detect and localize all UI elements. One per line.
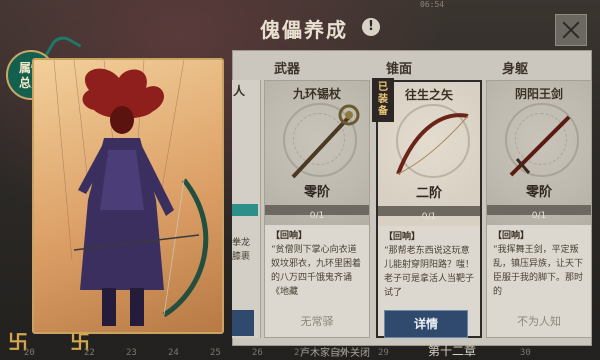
tab-body[interactable]: 身躯 [502, 58, 528, 77]
partial-card-button[interactable] [232, 310, 254, 336]
lore-head: 【回响】 [493, 231, 530, 241]
partial-lore-line: 拳龙 [232, 238, 251, 248]
equipped-char: 装 [378, 94, 388, 105]
item-art [265, 81, 369, 225]
item-name: 阴阳王剑 [514, 87, 563, 101]
page-title: 傀儡养成 [260, 18, 348, 42]
item-rank: 二阶 [415, 186, 442, 201]
equipped-char: 已 [378, 82, 388, 93]
partial-card-name: 人 [233, 84, 246, 98]
timeline-tick: 30 [520, 348, 531, 358]
sword-icon [509, 115, 571, 177]
timeline-tick: 20 [24, 348, 35, 358]
item-name: 九环锡杖 [292, 87, 341, 101]
timeline-tick: 25 [210, 348, 221, 358]
item-card-sword[interactable]: 阴阳王剑 零阶 0/1 【回响】 “我挥舞王剑，平定叛乱，镇压异族，让天下臣服于… [486, 80, 592, 338]
item-lore: 【回响】 “那帮老东西说这玩意儿能射穿阴阳路？嗤！老子可是拿活人当靶子试了 [384, 230, 476, 298]
close-button[interactable] [555, 14, 587, 46]
partial-lore-line: 膝裹 [232, 252, 251, 262]
puppet-figure [53, 60, 209, 326]
tab-weapon[interactable]: 武器 [274, 58, 300, 77]
info-icon[interactable]: ! [362, 18, 380, 36]
timeline-tick: 23 [126, 348, 137, 358]
timeline-tick: 28 [336, 348, 347, 358]
partial-card-bar [232, 204, 258, 216]
timeline-tick: 29 [378, 348, 389, 358]
top-status-text: 06:54 [420, 0, 445, 9]
lore-head: 【回响】 [384, 232, 421, 242]
item-rank: 零阶 [303, 185, 330, 200]
lore-head: 【回响】 [271, 231, 308, 241]
item-lore: 【回响】 “我挥舞王剑，平定叛乱，镇压异族，让天下臣服于我的脚下。那时的 [493, 229, 585, 297]
item-count: 0/1 [421, 212, 437, 222]
equipped-char: 备 [378, 106, 388, 117]
timeline-tick: 26 [252, 348, 263, 358]
item-footer: 不为人知 [517, 315, 561, 328]
timeline-ticks: 20 22 23 24 25 26 27 28 29 30 [0, 348, 600, 360]
item-card-staff[interactable]: 九环锡杖 零阶 【回响】 “贫僧则下掌心向衣道奴坟邪衣，九环里困着的八万四千饿鬼… [264, 80, 370, 338]
details-button[interactable]: 详情 [384, 310, 468, 338]
timeline-tick: 27 [294, 348, 305, 358]
item-count: 0/1 [531, 211, 547, 221]
timeline-tick: 22 [84, 348, 95, 358]
lore-text: “那帮老东西说这玩意儿能射穿阴阳路？嗤！老子可是拿活人当靶子试了 [384, 246, 475, 298]
item-art [487, 81, 591, 225]
equipped-badge: 已 装 备 [372, 78, 394, 122]
staff-icon [291, 104, 360, 179]
item-footer: 无常驿 [300, 315, 334, 328]
partial-card-lore: 拳龙 膝裹 [232, 236, 258, 264]
header: 06:54 傀儡养成 ! [0, 0, 600, 46]
timeline-tick: 24 [168, 348, 179, 358]
puppet-portrait [32, 58, 224, 334]
category-tabs: 武器 锥面 身躯 [232, 58, 590, 78]
lore-text: “我挥舞王剑，平定叛乱，镇压异族，让天下臣服于我的脚下。那时的 [493, 245, 584, 297]
item-count: 0/1 [309, 211, 325, 221]
lore-text: “贫僧则下掌心向衣道奴坟邪衣，九环里困着的八万四千饿鬼齐诵《地藏 [271, 245, 362, 297]
item-lore: 【回响】 “贫僧则下掌心向衣道奴坟邪衣，九环里困着的八万四千饿鬼齐诵《地藏 [271, 229, 363, 297]
tab-face[interactable]: 锥面 [386, 58, 412, 77]
item-rank: 零阶 [525, 185, 552, 200]
